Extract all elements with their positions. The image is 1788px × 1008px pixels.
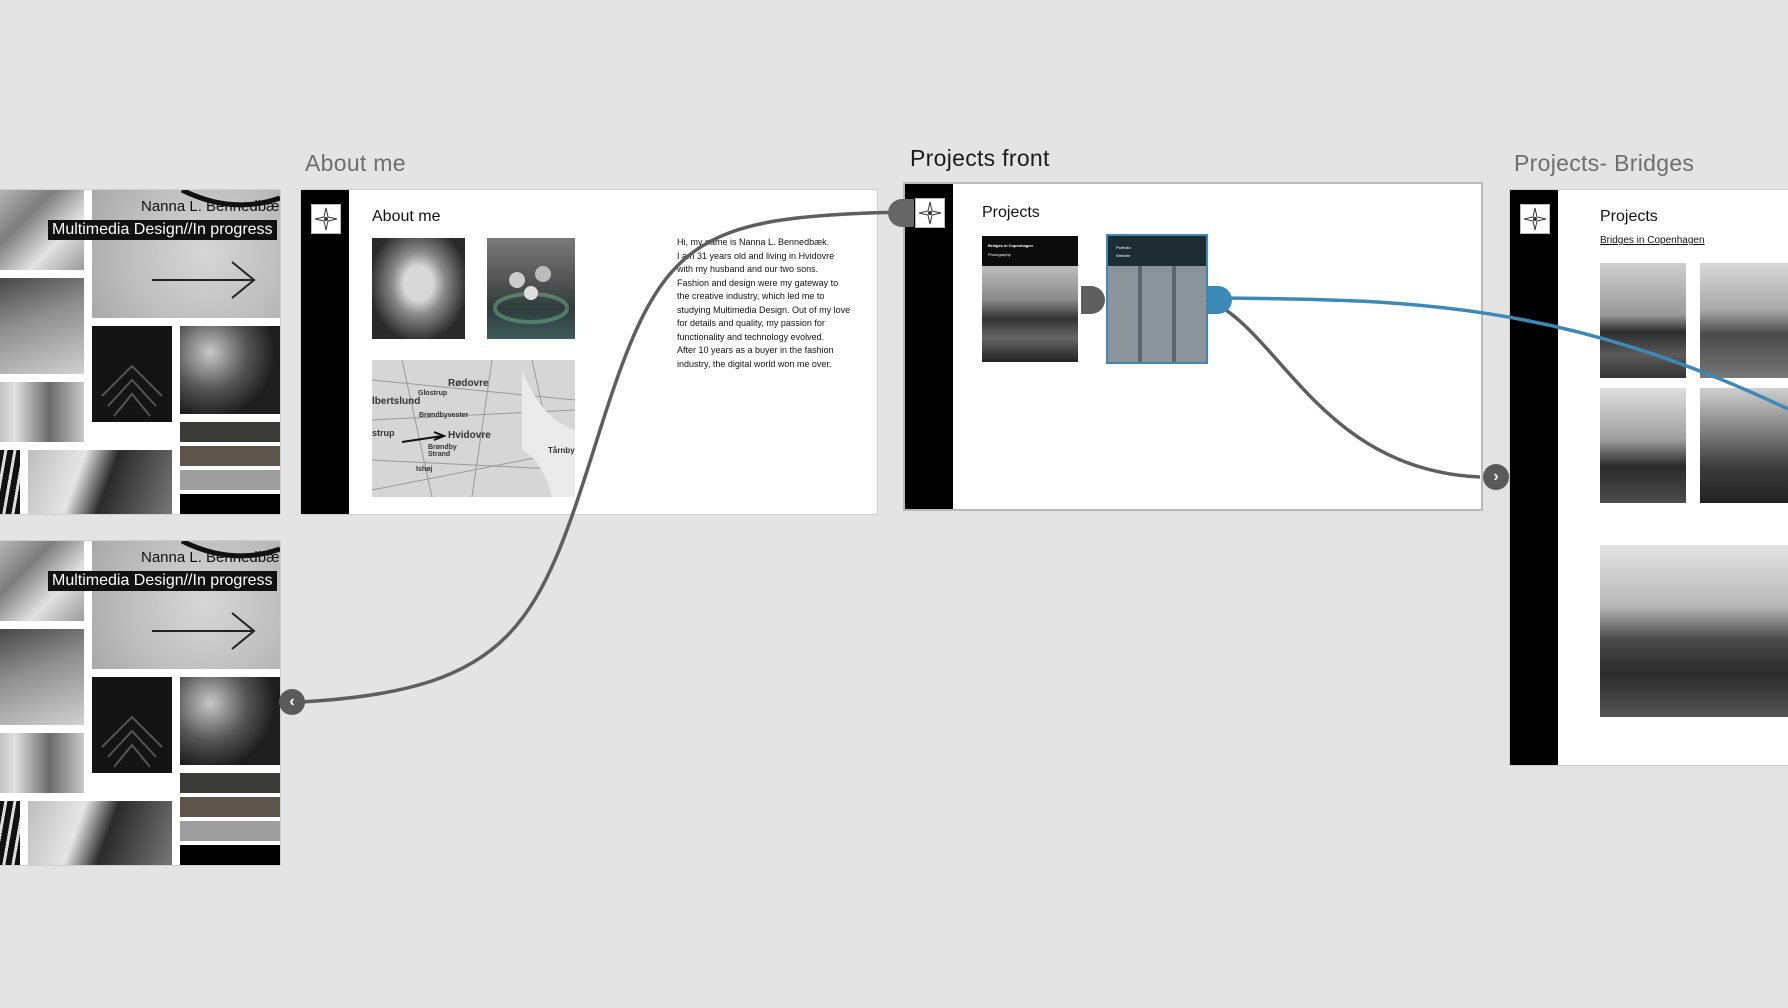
collage-photo-fish	[0, 382, 84, 442]
home-name-label: Nanna L. Bennedbæk	[141, 549, 280, 566]
projects-front-artboard[interactable]: Projects Bridges in Copenhagen Photograp…	[905, 184, 1481, 509]
connection-handle-about-target[interactable]	[888, 199, 914, 227]
page-heading: About me	[372, 208, 441, 225]
project-card-bridges[interactable]: Bridges in Copenhagen Photography	[982, 236, 1078, 362]
bridge-photo	[1700, 388, 1788, 503]
projects-bridges-artboard[interactable]: Projects Bridges in Copenhagen	[1510, 190, 1788, 765]
about-artboard[interactable]: About me Rødovre lbertslund Glostrup Brø…	[301, 190, 877, 514]
bridge-photo-large	[1600, 545, 1788, 717]
bridge-photo	[1700, 263, 1788, 378]
bridge-photo	[1600, 388, 1686, 503]
collage-photo-stripes	[0, 450, 20, 514]
compass-star-icon[interactable]	[1520, 204, 1550, 234]
bridge-photo	[1600, 263, 1686, 378]
bio-line: with my husband and our two sons.	[677, 264, 819, 274]
card-title: Bridges in Copenhagen	[988, 243, 1033, 248]
card-photo	[982, 266, 1078, 362]
map-label: Rødovre	[448, 378, 489, 389]
compass-star-icon[interactable]	[915, 198, 945, 228]
map-label: Brøndbyvester	[419, 412, 469, 419]
collage-photo-stripes	[0, 801, 20, 865]
color-swatch-brown	[180, 446, 280, 466]
color-swatch-dark-olive	[180, 773, 280, 793]
collage-photo-fish	[0, 733, 84, 793]
card-title: Portfolio	[1116, 245, 1131, 250]
artboard-title-projects-front[interactable]: Projects front	[910, 145, 1050, 172]
bio-line: functionality and technology evolved.	[677, 331, 825, 342]
portrait-photo	[372, 238, 465, 339]
bio-line: the creative industry, which led me to	[677, 291, 825, 301]
map-label: Glostrup	[418, 390, 448, 397]
card-photo-grid	[1108, 266, 1206, 362]
card-subtitle: Website	[1116, 253, 1131, 258]
card-subtitle: Photography	[988, 252, 1011, 257]
collage-photo-chevron	[92, 326, 172, 422]
collage-photo-watch	[28, 450, 172, 514]
page-heading: Projects	[1600, 208, 1658, 225]
map-label: Ishøj	[416, 466, 433, 473]
artboard-title-about[interactable]: About me	[305, 150, 406, 177]
bio-line: studying Multimedia Design. Out of my lo…	[677, 304, 851, 315]
bio-line: for details and quality, my passion for	[677, 318, 825, 328]
project-card-portfolio[interactable]: Portfolio Website	[1108, 236, 1206, 362]
home-subtitle-label: Multimedia Design//In progress	[48, 571, 277, 591]
projects-bridges-sidebar	[1510, 190, 1558, 765]
collage-photo-book	[0, 278, 84, 374]
collage-photo-chevron	[92, 677, 172, 773]
home-artboard-top[interactable]: Nanna L. Bennedbæk Multimedia Design//In…	[0, 190, 280, 514]
projects-front-sidebar	[905, 184, 953, 509]
about-sidebar	[301, 190, 349, 514]
bio-line: industry, the digital world won me over.	[677, 358, 832, 369]
chevron-right-icon[interactable]: ›	[1483, 464, 1509, 490]
artboard-title-projects-bridges[interactable]: Projects- Bridges	[1514, 150, 1694, 177]
color-swatch-dark-olive	[180, 422, 280, 442]
color-swatch-gray	[180, 470, 280, 490]
map-label: Hvidovre	[448, 430, 491, 441]
map-label: lbertslund	[372, 396, 421, 407]
bio-line: Fashion and design were my gateway to	[677, 277, 839, 288]
map-label: Tårnby	[548, 446, 575, 455]
collage-photo-book	[0, 629, 84, 725]
collage-photo-oysters	[180, 677, 280, 765]
map-image: Rødovre lbertslund Glostrup Brøndbyveste…	[372, 360, 575, 497]
color-swatch-brown	[180, 797, 280, 817]
home-name-label: Nanna L. Bennedbæk	[141, 198, 280, 215]
collage-photo-watch	[28, 801, 172, 865]
bio-line: After 10 years as a buyer in the fashion	[677, 345, 834, 355]
bio-line: I am 31 years old and living in Hvidovre	[677, 250, 835, 261]
page-heading: Projects	[982, 204, 1040, 221]
map-label: strup	[372, 428, 395, 438]
bridges-link[interactable]: Bridges in Copenhagen	[1600, 235, 1705, 246]
bio-line: Hi, my name is Nanna L. Bennedbæk.	[677, 237, 830, 247]
map-label: Brøndby Strand	[428, 444, 457, 458]
home-artboard-bottom[interactable]: Nanna L. Bennedbæk Multimedia Design//In…	[0, 541, 280, 865]
compass-star-icon[interactable]	[311, 204, 341, 234]
home-subtitle-label: Multimedia Design//In progress	[48, 220, 277, 240]
chevron-left-icon[interactable]: ‹	[279, 689, 305, 715]
bio-text: Hi, my name is Nanna L. Bennedbæk. I am …	[677, 236, 850, 371]
color-swatch-black	[180, 845, 280, 865]
family-photo	[487, 238, 575, 339]
collage-photo-oysters	[180, 326, 280, 414]
color-swatch-gray	[180, 821, 280, 841]
color-swatch-black	[180, 494, 280, 514]
